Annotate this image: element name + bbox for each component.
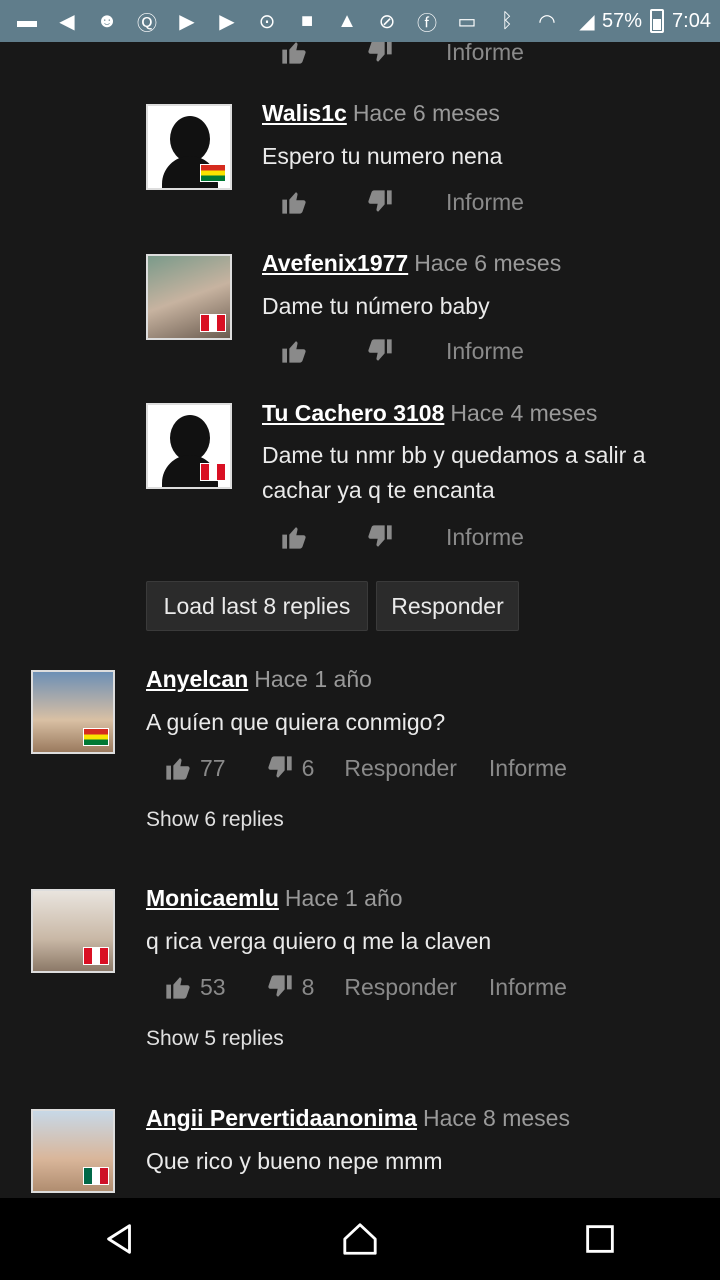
load-replies-button[interactable]: Load last 8 replies bbox=[146, 581, 368, 631]
battery-icon bbox=[650, 9, 665, 33]
reply-actions: Informe bbox=[278, 186, 524, 218]
peru-flag-icon bbox=[200, 314, 226, 332]
clock: 7:04 bbox=[672, 9, 711, 32]
android-icon: ☻ bbox=[96, 9, 118, 32]
timestamp: Hace 1 año bbox=[254, 666, 372, 692]
timestamp: Hace 4 meses bbox=[450, 400, 598, 426]
reply-link[interactable]: Responder bbox=[344, 974, 457, 1001]
avatar[interactable] bbox=[146, 254, 232, 340]
comment-text: q rica verga quiero q me la claven bbox=[146, 928, 492, 954]
peru-flag-icon bbox=[83, 947, 109, 965]
dislike-count: 8 bbox=[301, 973, 315, 1000]
like-icon[interactable] bbox=[278, 335, 310, 367]
wifi-icon: ◠ bbox=[538, 10, 556, 33]
bolivia-flag-icon bbox=[200, 164, 226, 182]
like-icon[interactable] bbox=[278, 42, 310, 68]
cast-icon: ▭ bbox=[457, 10, 477, 33]
comments-section: Informe Walis1c Hace 6 meses Espero tu nu… bbox=[0, 42, 720, 1198]
peru-flag-icon bbox=[200, 463, 226, 481]
back-button[interactable] bbox=[90, 1209, 150, 1269]
youtube-icon: ▶ bbox=[219, 10, 235, 33]
dislike-icon[interactable] bbox=[264, 752, 296, 784]
report-link[interactable]: Informe bbox=[446, 42, 524, 66]
recents-button[interactable] bbox=[570, 1209, 630, 1269]
navigation-bar bbox=[0, 1198, 720, 1280]
like-icon[interactable] bbox=[278, 521, 310, 553]
like-icon[interactable] bbox=[278, 186, 310, 218]
dislike-icon[interactable] bbox=[264, 971, 296, 1003]
avatar[interactable] bbox=[146, 104, 232, 190]
youtube-icon: ▶ bbox=[179, 10, 195, 33]
like-icon[interactable] bbox=[162, 752, 194, 784]
report-link[interactable]: Informe bbox=[446, 189, 524, 216]
like-count: 77 bbox=[200, 754, 226, 781]
dislike-icon[interactable] bbox=[364, 335, 396, 367]
username-link[interactable]: Angii Pervertidaanonima bbox=[146, 1105, 417, 1131]
reply-actions: Informe bbox=[278, 42, 524, 68]
comment-text: Espero tu numero nena bbox=[262, 143, 503, 169]
warning-icon: ▲ bbox=[337, 9, 357, 32]
status-bar: ▬ ◀ ☻ Ⓠ ▶ ▶ ⊙ ■ ▲ ⊘ ⓕ ▭ ᛒ ◠ ◢ 57% 7:04 bbox=[0, 0, 720, 42]
quora-icon: Ⓠ bbox=[137, 12, 157, 35]
like-icon[interactable] bbox=[162, 971, 194, 1003]
username-link[interactable]: Walis1c bbox=[262, 100, 347, 126]
report-link[interactable]: Informe bbox=[489, 755, 567, 782]
timestamp: Hace 6 meses bbox=[352, 100, 500, 126]
bolivia-flag-icon bbox=[83, 728, 109, 746]
avatar[interactable] bbox=[146, 403, 232, 489]
avatar[interactable] bbox=[31, 889, 115, 973]
comment-actions: 53 8 Responder Informe bbox=[162, 971, 567, 1003]
dislike-count: 6 bbox=[301, 754, 315, 781]
dislike-icon[interactable] bbox=[364, 42, 396, 68]
like-count: 53 bbox=[200, 973, 226, 1000]
comment-text: A guíen que quiera conmigo? bbox=[146, 709, 446, 735]
hotspot-icon: ⊙ bbox=[258, 10, 276, 33]
bluetooth-icon: ᛒ bbox=[501, 9, 513, 32]
back-icon bbox=[107, 1224, 131, 1254]
comment-text: Que rico y bueno nepe mmm bbox=[146, 1148, 443, 1174]
reply-actions: Informe bbox=[278, 335, 524, 367]
facebook-icon: ⓕ bbox=[417, 12, 437, 35]
home-button[interactable] bbox=[330, 1209, 390, 1269]
timestamp: Hace 1 año bbox=[284, 885, 403, 911]
reply-link[interactable]: Responder bbox=[344, 755, 457, 782]
timestamp: Hace 6 meses bbox=[414, 250, 562, 276]
username-link[interactable]: Tu Cachero 3108 bbox=[262, 400, 444, 426]
avatar[interactable] bbox=[31, 670, 115, 754]
comment-text: Dame tu número baby bbox=[262, 293, 490, 319]
recents-icon bbox=[586, 1225, 614, 1253]
battery-percent: 57% bbox=[602, 9, 643, 32]
comment-text: Dame tu nmr bb y quedamos a salir a cach… bbox=[262, 442, 646, 503]
show-replies-link[interactable]: Show 5 replies bbox=[146, 1027, 284, 1051]
report-link[interactable]: Informe bbox=[446, 338, 524, 365]
report-link[interactable]: Informe bbox=[489, 974, 567, 1001]
username-link[interactable]: Avefenix1977 bbox=[262, 250, 408, 276]
home-icon bbox=[343, 1223, 377, 1255]
username-link[interactable]: Monicaemlu bbox=[146, 885, 279, 911]
reply-button[interactable]: Responder bbox=[376, 581, 519, 631]
comment-actions: 77 6 Responder Informe bbox=[162, 752, 567, 784]
dislike-icon[interactable] bbox=[364, 521, 396, 553]
username-link[interactable]: Anyelcan bbox=[146, 666, 248, 692]
avatar[interactable] bbox=[31, 1109, 115, 1193]
reply-actions: Informe bbox=[278, 521, 524, 553]
show-replies-link[interactable]: Show 6 replies bbox=[146, 808, 284, 832]
notification-icons: ▬ ◀ ☻ Ⓠ ▶ ▶ ⊙ ■ ▲ ⊘ ⓕ ▭ ᛒ ◠ ◢ bbox=[12, 8, 602, 35]
dislike-icon[interactable] bbox=[364, 186, 396, 218]
report-link[interactable]: Informe bbox=[446, 524, 524, 551]
do-not-disturb-icon: ⊘ bbox=[378, 10, 396, 33]
timestamp: Hace 8 meses bbox=[422, 1105, 570, 1131]
volume-icon: ◀ bbox=[59, 10, 75, 33]
mexico-flag-icon bbox=[83, 1167, 109, 1185]
signal-icon: ◢ bbox=[579, 10, 595, 33]
video-icon: ■ bbox=[300, 9, 314, 32]
messages-icon: ▬ bbox=[17, 9, 37, 32]
